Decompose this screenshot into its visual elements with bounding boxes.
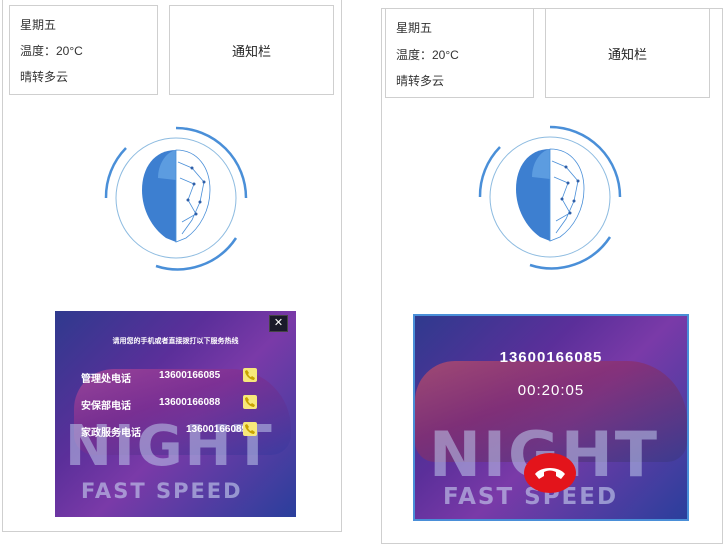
weather-temperature: 温度：20°C [396, 48, 459, 62]
call-poster: NIGHT FAST SPEED 13600166085 00:20:05 [413, 314, 689, 521]
hotline-name: 安保部电话 [81, 401, 131, 412]
poster-subline: FAST SPEED [443, 484, 619, 510]
hotline-number: 13600166085 [159, 370, 221, 381]
hotline-row: 管理处电话 13600166085 [81, 368, 286, 386]
hotline-title: 请用您的手机或者直接拨打以下服务热线 [112, 338, 239, 345]
phone-icon[interactable] [243, 422, 257, 436]
hotline-name: 管理处电话 [81, 374, 131, 385]
phone-icon[interactable] [243, 395, 257, 409]
weather-condition: 晴转多云 [20, 70, 69, 84]
face-scan-icon [470, 117, 630, 277]
weather-temperature: 温度：20°C [20, 44, 83, 58]
phone-icon[interactable] [243, 368, 257, 382]
call-number: 13600166085 [499, 349, 603, 366]
hotline-number: 13600166088 [159, 397, 221, 408]
hang-up-icon[interactable] [524, 453, 576, 493]
notice-bar[interactable]: 通知栏 [545, 8, 710, 98]
hotline-poster: NIGHT FAST SPEED ✕ 请用您的手机或者直接拨打以下服务热线 管理… [55, 311, 296, 517]
weather-card: 星期五 温度：20°C 晴转多云 [9, 5, 158, 95]
notice-bar-label: 通知栏 [231, 43, 271, 59]
hotline-row: 安保部电话 13600166088 [81, 395, 286, 413]
call-timer: 00:20:05 [517, 382, 585, 399]
close-icon[interactable]: ✕ [269, 315, 288, 332]
notice-bar[interactable]: 通知栏 [169, 5, 334, 95]
weather-card: 星期五 温度：20°C 晴转多云 [385, 8, 534, 98]
weather-day: 星期五 [20, 18, 57, 32]
poster-subline: FAST SPEED [81, 479, 243, 503]
weather-condition: 晴转多云 [396, 74, 445, 88]
hotline-number: 13600166089 [186, 424, 248, 435]
notice-bar-label: 通知栏 [607, 46, 647, 62]
hotline-row: 家政服务电话 13600166089 [81, 422, 286, 440]
face-scan-icon [96, 118, 256, 278]
weather-day: 星期五 [396, 21, 433, 35]
hotline-name: 家政服务电话 [81, 428, 141, 439]
